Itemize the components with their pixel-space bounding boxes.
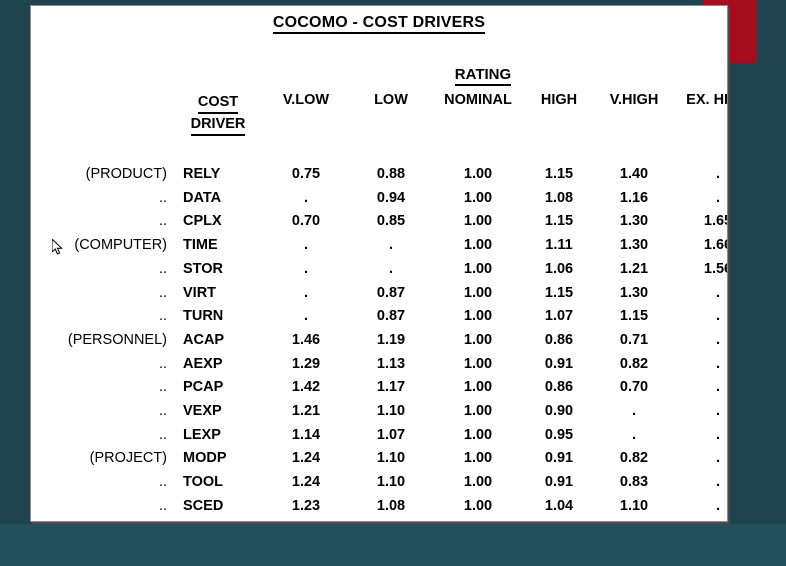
cost-driver-code: CPLX <box>183 213 222 230</box>
value-exhigh: . <box>715 166 721 182</box>
category-label: .. <box>158 426 167 443</box>
category-label: .. <box>158 474 167 491</box>
slide-canvas: COCOMO - COST DRIVERS RATING COST DRIVER… <box>0 0 786 566</box>
cost-driver-code: TOOL <box>183 474 224 491</box>
category-label: .. <box>158 213 167 230</box>
value-exhigh: . <box>715 308 721 325</box>
cost-driver-code: AEXP <box>183 355 223 372</box>
value-exhigh: . <box>715 189 721 206</box>
value-exhigh: . <box>715 403 721 419</box>
category-label: .. <box>158 379 167 396</box>
cost-driver-table: (PRODUCT) RELY 0.75 0.88 1.00 1.15 1.40... DATA… <box>31 6 727 521</box>
category-label: .. <box>158 497 167 514</box>
category-label: (COMPUTER) <box>74 237 167 254</box>
value-exhigh: . <box>715 284 721 301</box>
value-exhigh: . <box>715 379 721 396</box>
cost-driver-code: TIME <box>183 237 218 254</box>
category-label: .. <box>158 284 167 301</box>
cost-driver-code: VIRT <box>183 284 217 301</box>
cost-driver-code: TURN <box>183 308 224 325</box>
value-exhigh: 1.65 <box>703 213 727 230</box>
cost-driver-code: LEXP <box>183 426 221 443</box>
category-label: (PROJECT) <box>89 450 167 467</box>
value-exhigh: . <box>715 474 721 491</box>
background-wash <box>0 524 786 566</box>
category-label: (PERSONNEL) <box>67 331 167 348</box>
value-exhigh: . <box>715 497 721 514</box>
category-label: .. <box>158 403 167 419</box>
cost-driver-code: RELY <box>183 166 221 182</box>
value-exhigh: . <box>715 331 721 348</box>
cost-driver-code: SCED <box>183 497 224 514</box>
value-exhigh: . <box>715 450 721 467</box>
category-label: .. <box>158 355 167 372</box>
category-label: .. <box>158 189 167 206</box>
value-exhigh: . <box>715 426 721 443</box>
category-label: .. <box>158 308 167 325</box>
value-exhigh: . <box>715 355 721 372</box>
category-label: .. <box>158 260 167 277</box>
cost-driver-code: VEXP <box>183 403 222 419</box>
value-exhigh: 1.66 <box>703 237 727 254</box>
cost-driver-code: DATA <box>183 189 222 206</box>
value-exhigh: 1.56 <box>703 260 727 277</box>
cost-driver-code: STOR <box>183 260 224 277</box>
cost-driver-code: PCAP <box>183 379 224 396</box>
cost-driver-code: ACAP <box>183 331 225 348</box>
category-label: (PRODUCT) <box>85 166 167 182</box>
cost-driver-code: MODP <box>183 450 227 467</box>
content-panel: COCOMO - COST DRIVERS RATING COST DRIVER… <box>30 5 728 522</box>
